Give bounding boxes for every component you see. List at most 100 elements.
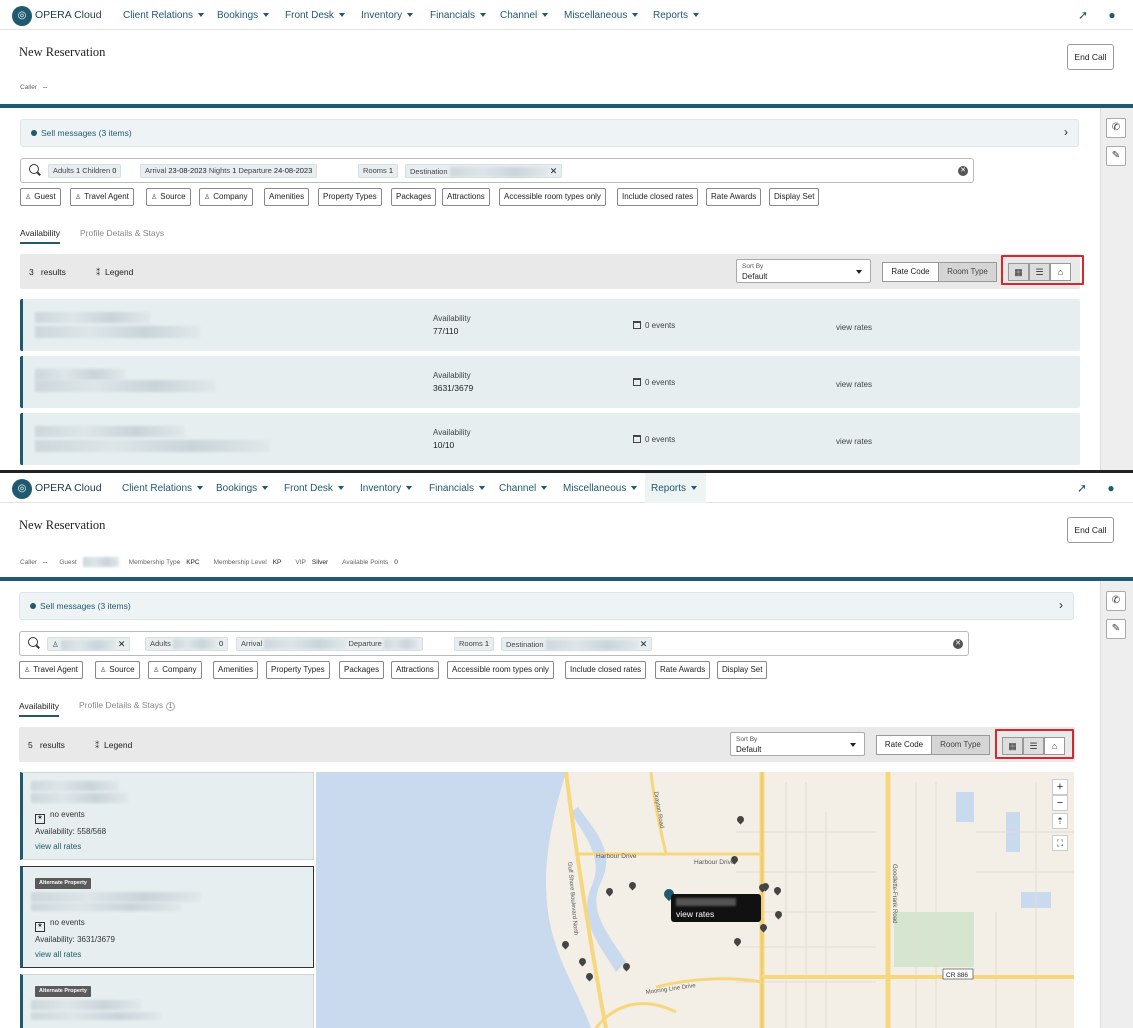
list-view-icon[interactable]: ☰ [1029, 263, 1050, 281]
tab-profile-details[interactable]: Profile Details & Stays [80, 228, 164, 238]
view-all-rates-link[interactable]: view all rates [35, 842, 81, 851]
filter-packages[interactable]: Packages [339, 661, 385, 679]
room-type-toggle[interactable]: Room Type [938, 262, 997, 282]
rooms-chip[interactable]: Rooms 1 [358, 164, 399, 178]
map-view-icon[interactable]: ⌂ [1050, 263, 1071, 281]
filter-travel-agent[interactable]: ♙ Travel Agent [70, 188, 134, 206]
close-icon[interactable]: ✕ [550, 166, 558, 176]
chevron-right-icon[interactable]: › [1059, 598, 1063, 612]
menu-reports[interactable]: Reports [645, 473, 706, 503]
tooltip-view-rates-link[interactable]: view rates [676, 909, 714, 919]
fullscreen-icon[interactable]: ⛶ [1052, 835, 1068, 851]
rooms-chip[interactable]: Rooms 1 [454, 637, 495, 651]
tab-profile-details[interactable]: Profile Details & Stays 1 [79, 700, 176, 711]
phone-icon[interactable]: ✆ [1106, 118, 1126, 138]
map-property-tooltip[interactable]: view rates [671, 894, 761, 922]
view-rates-link[interactable]: view rates [836, 380, 872, 389]
filter-accessible-room-types[interactable]: Accessible room types only [447, 661, 554, 679]
legend-button[interactable]: ⁑ Legend [96, 267, 133, 278]
property-list-card[interactable]: ★ no events Availability: 558/568 view al… [20, 772, 314, 860]
dates-chip[interactable]: Arrival Departure [236, 637, 423, 651]
property-result-card[interactable]: Availability 10/10 0 events view rates [20, 413, 1080, 465]
tab-availability[interactable]: Availability [20, 228, 61, 244]
phone-icon[interactable]: ✆ [1106, 591, 1126, 611]
opera-logo-icon[interactable]: ◎ [12, 479, 32, 499]
zoom-in-button[interactable]: + [1052, 779, 1068, 795]
close-icon[interactable]: ✕ [118, 639, 126, 649]
rocket-icon[interactable]: ➚ [1075, 481, 1089, 495]
menu-client-relations[interactable]: Client Relations [121, 0, 206, 30]
edit-icon[interactable]: ✎ [1106, 619, 1126, 639]
filter-packages[interactable]: Packages [391, 188, 437, 206]
view-rates-link[interactable]: view rates [836, 323, 872, 332]
sort-by-select[interactable]: Sort By Default [736, 259, 871, 283]
menu-miscellaneous[interactable]: Miscellaneous [561, 473, 639, 503]
dates-chip[interactable]: Arrival 23-08-2023 Nights 1 Departure 24… [140, 164, 318, 178]
destination-chip[interactable]: Destination ✕ [405, 164, 563, 178]
close-icon[interactable]: ✕ [640, 639, 648, 649]
end-call-button[interactable]: End Call [1067, 517, 1114, 543]
menu-reports[interactable]: Reports [651, 0, 701, 30]
grid-view-icon[interactable]: ▦ [1002, 737, 1023, 755]
filter-company[interactable]: ♙ Company [199, 188, 253, 206]
legend-button[interactable]: ⁑ Legend [95, 740, 132, 751]
filter-rate-awards[interactable]: Rate Awards [655, 661, 711, 679]
menu-inventory[interactable]: Inventory [358, 473, 414, 503]
filter-property-types[interactable]: Property Types [266, 661, 330, 679]
filter-travel-agent[interactable]: ♙ Travel Agent [19, 661, 83, 679]
chevron-right-icon[interactable]: › [1064, 125, 1068, 139]
menu-front-desk[interactable]: Front Desk [283, 0, 347, 30]
menu-financials[interactable]: Financials [428, 0, 488, 30]
occupancy-chip[interactable]: Adults 0 [145, 637, 229, 651]
filter-amenities[interactable]: Amenities [264, 188, 310, 206]
view-all-rates-link[interactable]: view all rates [35, 950, 81, 959]
menu-channel[interactable]: Channel [497, 473, 549, 503]
view-rates-link[interactable]: view rates [836, 437, 872, 446]
destination-chip[interactable]: Destination ✕ [501, 637, 653, 651]
filter-guest[interactable]: ♙ Guest [20, 188, 61, 206]
filter-display-set[interactable]: Display Set [717, 661, 768, 679]
chat-icon[interactable]: ● [1105, 8, 1119, 22]
opera-logo-icon[interactable]: ◎ [12, 6, 32, 26]
menu-front-desk[interactable]: Front Desk [282, 473, 346, 503]
menu-inventory[interactable]: Inventory [359, 0, 415, 30]
clear-search-icon[interactable]: ✕ [958, 166, 968, 176]
menu-bookings[interactable]: Bookings [215, 0, 271, 30]
tab-availability[interactable]: Availability [19, 701, 60, 717]
grid-view-icon[interactable]: ▦ [1008, 263, 1029, 281]
rate-code-toggle[interactable]: Rate Code [876, 735, 932, 755]
menu-channel[interactable]: Channel [498, 0, 550, 30]
menu-bookings[interactable]: Bookings [214, 473, 270, 503]
menu-client-relations[interactable]: Client Relations [120, 473, 205, 503]
filter-include-closed-rates[interactable]: Include closed rates [565, 661, 647, 679]
zoom-out-button[interactable]: − [1052, 795, 1068, 811]
chat-icon[interactable]: ● [1104, 481, 1118, 495]
search-criteria-bar[interactable]: ♙ ✕ Adults 0 Arrival Departure Rooms 1 D… [19, 631, 969, 656]
property-result-card[interactable]: Availability 77/110 0 events view rates [20, 299, 1080, 351]
filter-amenities[interactable]: Amenities [213, 661, 259, 679]
filter-include-closed-rates[interactable]: Include closed rates [617, 188, 699, 206]
filter-source[interactable]: ♙ Source [146, 188, 191, 206]
menu-financials[interactable]: Financials [427, 473, 487, 503]
filter-attractions[interactable]: Attractions [391, 661, 439, 679]
end-call-button[interactable]: End Call [1067, 44, 1114, 70]
map-view-icon[interactable]: ⌂ [1044, 737, 1065, 755]
guest-chip[interactable]: ♙ ✕ [47, 637, 131, 651]
occupancy-chip[interactable]: Adults 1 Children 0 [48, 164, 122, 178]
filter-display-set[interactable]: Display Set [769, 188, 820, 206]
menu-miscellaneous[interactable]: Miscellaneous [562, 0, 640, 30]
room-type-toggle[interactable]: Room Type [931, 735, 990, 755]
filter-property-types[interactable]: Property Types [318, 188, 382, 206]
filter-source[interactable]: ♙ Source [95, 661, 140, 679]
filter-attractions[interactable]: Attractions [442, 188, 490, 206]
edit-icon[interactable]: ✎ [1106, 146, 1126, 166]
search-criteria-bar[interactable]: Adults 1 Children 0 Arrival 23-08-2023 N… [20, 158, 974, 183]
filter-accessible-room-types[interactable]: Accessible room types only [499, 188, 606, 206]
rate-code-toggle[interactable]: Rate Code [882, 262, 939, 282]
clear-search-icon[interactable]: ✕ [953, 639, 963, 649]
sell-messages-bar[interactable]: Sell messages (3 items) › [19, 592, 1074, 620]
filter-rate-awards[interactable]: Rate Awards [706, 188, 762, 206]
list-view-icon[interactable]: ☰ [1023, 737, 1044, 755]
rocket-icon[interactable]: ➚ [1076, 8, 1090, 22]
property-list-card[interactable]: Alternate Property [20, 974, 314, 1028]
